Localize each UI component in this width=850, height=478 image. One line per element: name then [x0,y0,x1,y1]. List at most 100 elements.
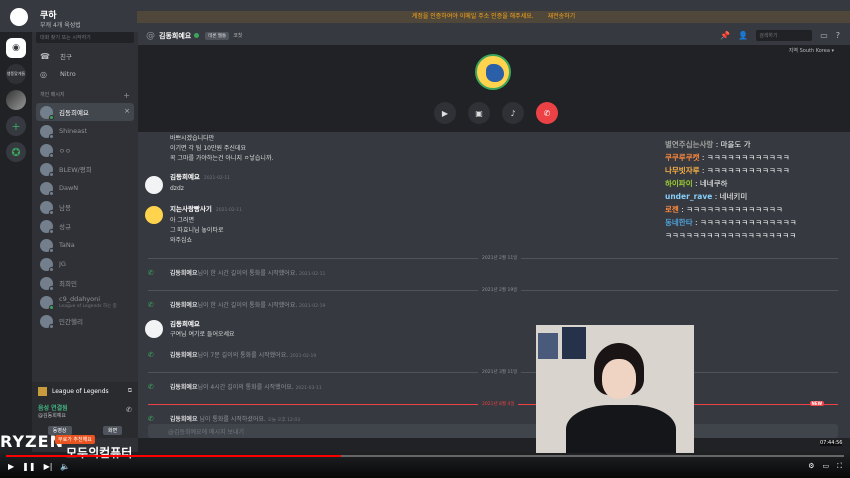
stream-chat-line: under_rave : 네네키미 [665,190,845,203]
dm-item[interactable]: 남봉 [36,198,134,216]
screen-share-button[interactable]: ▣ [468,102,490,124]
dm-item[interactable]: 김동희예요 × [36,103,134,121]
phone-icon: ✆ [148,383,154,391]
avatar [40,143,54,158]
call-author[interactable]: 김동희예요 [170,270,198,277]
webcam-overlay [536,325,694,453]
disconnect-icon[interactable]: ✆ [126,406,132,414]
player-time: 07:44:56 [820,440,843,446]
avatar [40,200,54,215]
voice-connected-bar: 음성 연결됨 @김동희예요 ✆ [32,400,138,422]
dm-name-text: TaNa [59,241,75,249]
explore-button[interactable]: ✪ [6,142,26,162]
dm-item[interactable]: BLEW/평희 [36,160,134,178]
dm-item[interactable]: DawN [36,179,134,197]
camera-button[interactable]: ▶ [434,102,456,124]
theater-icon[interactable]: ▭ [822,462,829,471]
stream-chat-line: 로젠 : ㅋㅋㅋㅋㅋㅋㅋㅋㅋㅋㅋㅋㅋㅋ [665,203,845,216]
status-indicator-icon [49,228,54,234]
skip-icon[interactable]: ▶| [44,462,53,471]
dm-item[interactable]: ㅇㅇ [36,141,134,159]
dm-item[interactable]: c9_ddahyoni League of Legends 하는 중 [36,293,134,311]
call-time: 2021-02-19 [299,304,326,309]
call-text: 님이 7분 길이의 통화를 시작했어요. [197,352,289,359]
dm-name-text: ㅇㅇ [59,147,71,155]
message-author[interactable]: 김동희예요 [170,173,200,181]
call-log: ✆ 김동희예요 님이 통화를 시작하셨어요. 오늘 오후 12:03 [148,414,300,423]
avatar[interactable] [145,176,163,194]
message-text: 아 그러면 [170,217,194,224]
dm-item[interactable]: TaNa [36,236,134,254]
call-log: ✆ 김동희예요님이 한 시간 길이의 통화를 시작했어요. 2021-02-11 [148,268,325,277]
avatar[interactable] [145,320,163,338]
call-author[interactable]: 김동희예요 [170,302,198,309]
call-author[interactable]: 김동희예요 [170,416,198,423]
avatar [40,276,54,291]
message-author[interactable]: 지는사랑빵사기 [170,205,212,213]
play-icon[interactable]: ▶ [8,462,14,471]
channel-name: 김동희예요 [159,31,192,40]
message-text: 와주십쇼 [170,237,193,244]
screen-button[interactable]: 화면 [103,425,123,435]
home-button[interactable]: ◉ [6,38,26,58]
help-icon[interactable]: ? [836,31,840,40]
region-value: South Korea [799,48,830,54]
stream-chat-overlay: 별연주십는사랑 : 마을도 가 쿠쿠루쿠캣 : ㅋㅋㅋㅋㅋㅋㅋㅋㅋㅋㅋㅋ 나무빗자루… [665,138,845,242]
server-icon-image[interactable] [6,90,26,110]
phone-icon: ✆ [148,415,154,423]
pause-icon[interactable]: ❚❚ [22,462,35,471]
call-author[interactable]: 김동희예요 [170,384,198,391]
wall-poster [562,327,586,359]
mic-button[interactable]: ♪ [502,102,524,124]
settings-icon[interactable]: ⚙ [808,462,814,471]
dm-item[interactable]: 성규 [36,217,134,235]
promo-tag: 무료가 추천해요 [55,435,95,444]
message-input[interactable]: @김동희예요에 메시지 보내기 [148,424,838,438]
add-dm-button[interactable]: + [123,91,130,100]
message-text: 그 따효니님 놓이타로 [170,227,224,234]
message-time: 2021-02-11 [215,208,243,213]
dm-item[interactable]: 최희민 [36,274,134,292]
message-author[interactable]: 김동희예요 [170,320,200,328]
pin-icon[interactable]: 📌 [720,31,730,40]
progress-bar[interactable] [6,455,844,457]
stream-chat-name: 동네한타 [665,218,693,227]
streamer-subtitle: 부캐 4개 육성법 [40,22,81,29]
dm-name: 김동희예요 [59,107,89,117]
message-line: 꼭 그마를 가야하는건 아니지 ㅇ낳습니까. [170,155,274,162]
verify-banner: 계정을 인증하여야 이메일 주소 인증을 해주세요. 재전송하기 [137,11,850,23]
inbox-icon[interactable]: ▭ [820,31,828,40]
call-author[interactable]: 김동희예요 [170,352,198,359]
stream-chat-name: 쿠쿠루쿠캣 [665,153,700,162]
dm-name-text: 민간헬리 [59,318,83,326]
discord-logo-icon: ◉ [12,43,20,53]
server-icon[interactable]: 쌩뚱맞게들 [6,64,26,84]
dm-search-input[interactable]: 대화 찾기 또는 시작하기 [36,32,134,43]
close-icon[interactable]: × [124,107,130,115]
nav-nitro[interactable]: ◎ Nitro [32,65,138,83]
stream-chat-line: 하이파이 : 네네쿠하 [665,177,845,190]
hang-up-button[interactable]: ✆ [536,102,558,124]
phone-hangup-icon: ✆ [543,108,551,118]
new-badge: NEW [809,401,824,406]
add-friend-icon[interactable]: 👤 [738,31,748,40]
dm-item[interactable]: 민간헬리 [36,312,134,330]
dm-name: 최희민 [59,278,77,288]
call-controls: ▶ ▣ ♪ ✆ [434,102,558,124]
resend-link[interactable]: 재전송하기 [548,13,576,20]
region-selector[interactable]: 지역 South Korea ▾ [789,47,834,54]
add-server-button[interactable]: + [6,116,26,136]
dm-item[interactable]: Shineast [36,122,134,140]
status-indicator-icon [49,114,54,120]
avatar[interactable] [145,206,163,224]
call-text: 님이 통화를 시작하셨어요. [197,416,266,423]
phone-icon: ✆ [148,301,154,309]
header-search-input[interactable]: 검색하기 [756,30,813,41]
date-label: 2021년 8월 4일 [478,401,519,407]
fullscreen-icon[interactable]: ⛶ [837,462,842,471]
dm-item[interactable]: JG [36,255,134,273]
screen-share-icon[interactable]: ⧉ [128,387,132,395]
stream-chat-text: : ㅋㅋㅋㅋㅋㅋㅋㅋㅋㅋㅋㅋㅋㅋ [695,218,797,227]
nav-friends[interactable]: ☎ 친구 [32,47,138,65]
volume-icon[interactable]: 🔈 [60,462,70,471]
